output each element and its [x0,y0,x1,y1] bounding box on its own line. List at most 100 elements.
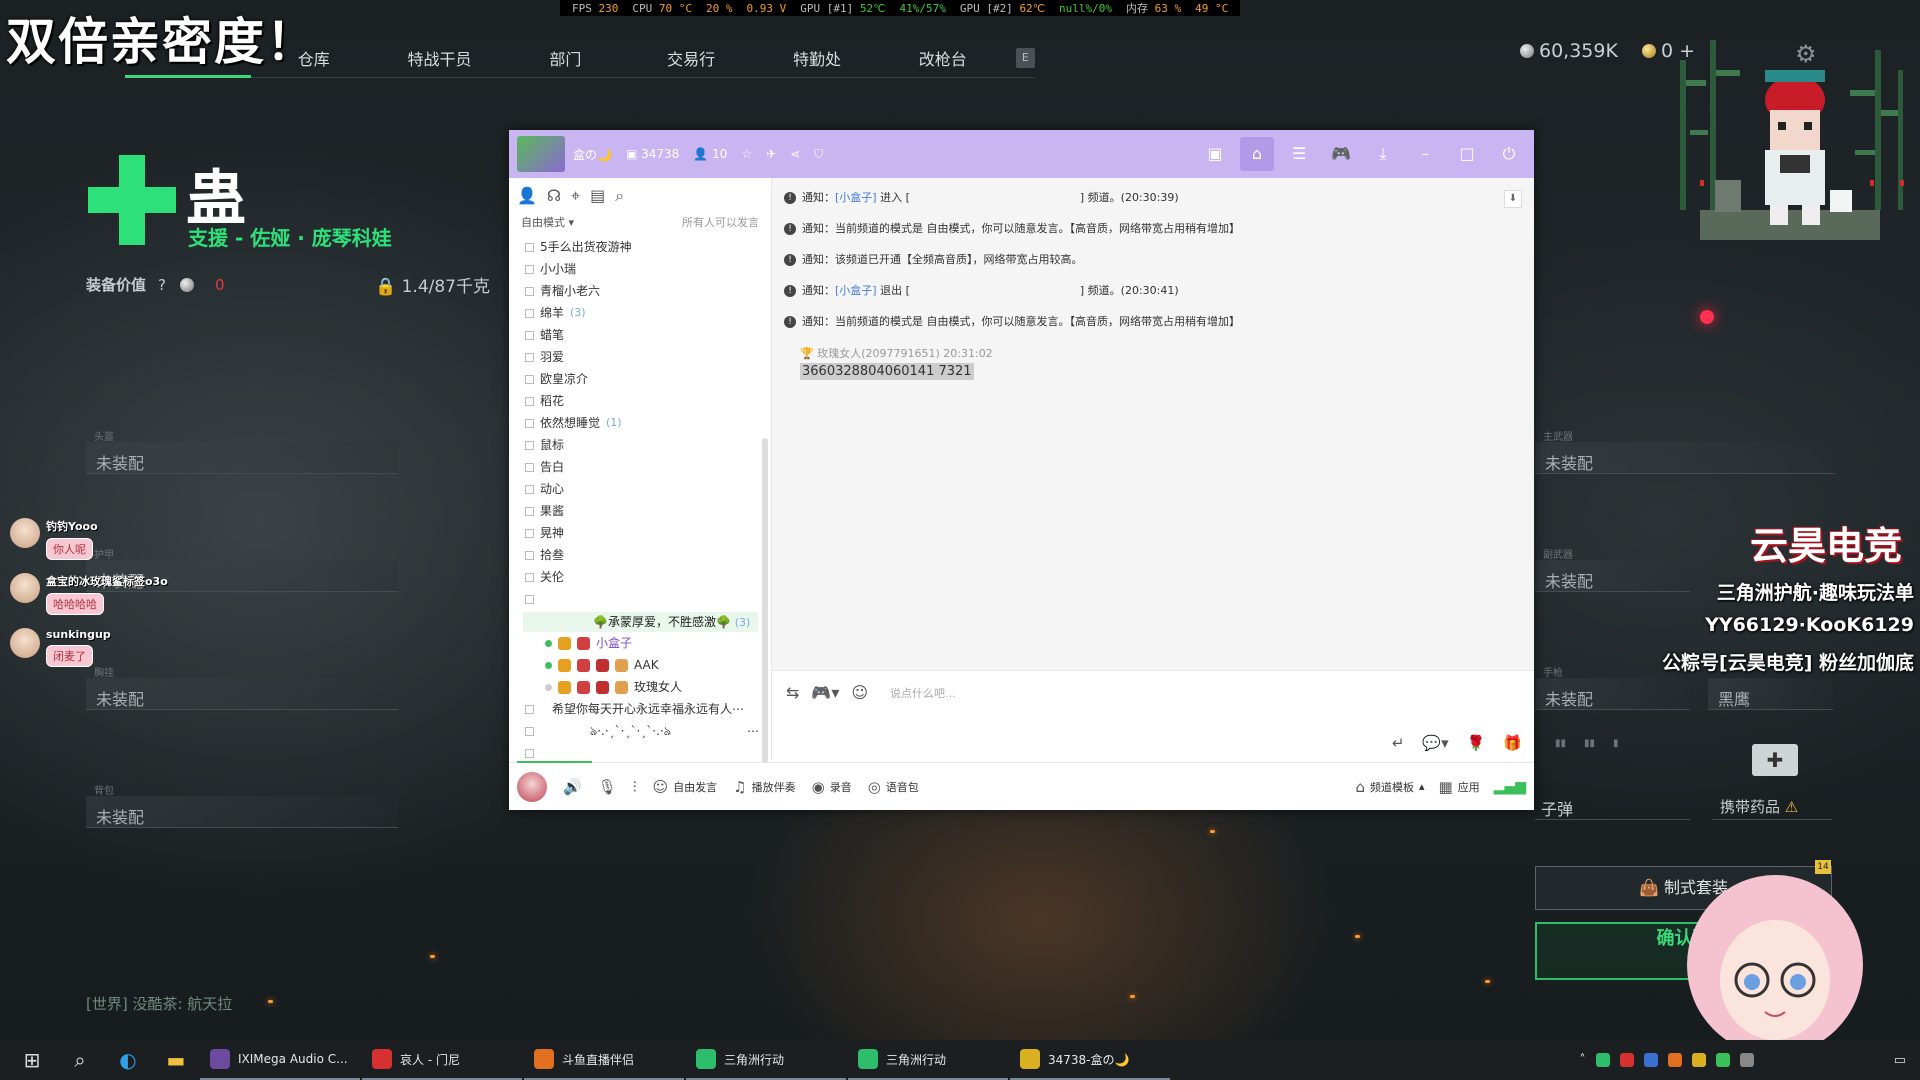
nav-tab[interactable]: 改枪台 [880,46,1006,70]
tray-steam-icon[interactable] [1643,1053,1658,1067]
pin-icon[interactable]: ✈ [766,147,776,161]
voice-pack-button[interactable]: ◎ 语音包 [868,778,919,796]
member-item[interactable]: 小盒子 [509,632,771,654]
active-channel[interactable]: 🌳承蒙厚爱，不胜感激🌳 (3) [523,612,758,632]
channel-item[interactable]: 稻花 [525,390,771,412]
equipment-slot[interactable]: 胸挂 未装配 [86,668,398,710]
mic-icon[interactable]: 🎙 [598,778,617,796]
channel-item[interactable]: 拾叁 [525,544,771,566]
channel-item[interactable]: 动心 [525,478,771,500]
weapon-slot[interactable]: 副武器 未装配 [1535,550,1690,592]
taskbar-app[interactable]: 斗鱼直播伴侣 [524,1040,684,1080]
notice-user[interactable]: [小盒子] [835,284,877,297]
chat-bubble-icon[interactable]: 💬▾ [1422,734,1448,752]
equipment-slot[interactable]: 头盔 未装配 [86,432,398,474]
share-icon[interactable]: ⋖ [790,147,800,161]
record-button[interactable]: ◉ 录音 [812,778,852,796]
channel-item[interactable]: 依然想睡觉 (1) [525,412,771,434]
channel-item[interactable]: 晃神 [525,522,771,544]
scroll-down-icon[interactable]: ⬇ [1504,190,1522,208]
weapon-slot[interactable]: 手枪 未装配 [1535,668,1690,710]
channel-item[interactable]: 羽爱 [525,346,771,368]
chevron-up-icon[interactable]: ˄ [1579,1053,1586,1068]
sidebar-scrollbar[interactable] [762,438,768,768]
power-icon[interactable]: ⏻ [1492,137,1526,171]
tray-netease-icon[interactable] [1619,1053,1634,1067]
nav-tab[interactable]: 交易行 [628,46,754,70]
ammo-slot[interactable]: 子弹 [1535,792,1690,820]
location-icon[interactable]: ⌖ [571,186,580,206]
nav-tab[interactable]: 仓库 [251,46,377,70]
channel-item-after-1[interactable]: 希望你每天开心永远幸福永远有人⋯ [509,698,771,720]
help-icon[interactable]: ? [158,276,166,294]
member-item[interactable]: 玫瑰女人 [509,676,771,698]
file-explorer-icon[interactable]: ▬ [152,1048,200,1072]
nav-tab[interactable]: 部门 [502,46,628,70]
message-body[interactable]: 3660328804060141 7321 [800,363,974,380]
channel-item[interactable]: 绵羊 (3) [525,302,771,324]
channel-item[interactable]: 关伦 [525,566,771,588]
rose-icon[interactable]: 🌹 [1467,734,1486,752]
equipment-slot[interactable]: 背包 未装配 [86,786,398,828]
channel-item[interactable]: 鼠标 [525,434,771,456]
search-icon[interactable]: ⌕ [615,186,624,206]
tray-kook-icon[interactable] [1691,1053,1706,1067]
edge-browser-icon[interactable]: ◐ [104,1048,152,1072]
taskbar-app[interactable]: 三角洲行动 [686,1040,846,1080]
nav-tab[interactable] [125,38,251,78]
channel-item[interactable]: 欧皇凉介 [525,368,771,390]
channel-template-button[interactable]: ⌂ 频道模板 ▴ [1355,778,1424,796]
channel-item[interactable]: 告白 [525,456,771,478]
taskbar-app[interactable]: IXIMega Audio C... [200,1040,360,1080]
member-item[interactable]: AAK [509,654,771,676]
nav-shortcut-key[interactable]: E [1015,47,1036,68]
gift-icon[interactable]: 🎁 [1503,734,1522,752]
user-icon[interactable]: 👤 [517,186,537,206]
taskbar-app[interactable]: 34738-盒の🌙 [1010,1040,1170,1080]
server-avatar[interactable] [517,136,565,172]
notice-user[interactable]: [小盒子] [835,191,877,204]
weapon-slot[interactable]: 主武器 未装配 [1535,432,1835,474]
message-input[interactable]: 说点什么吧... [890,685,956,701]
play-music-button[interactable]: ♫ 播放伴奏 [733,778,795,796]
headset-icon[interactable]: ☊ [547,186,561,206]
tray-misc-icon[interactable] [1739,1053,1754,1067]
emoji-search-icon[interactable]: ☺ [851,683,868,702]
favorite-icon[interactable]: ☆ [741,147,752,161]
channel-item[interactable]: 小小瑞 [525,258,771,280]
download-icon[interactable]: ⤓ [1366,137,1400,171]
search-icon[interactable]: ⌕ [56,1048,104,1072]
maximize-icon[interactable]: □ [1450,137,1484,171]
channel-item[interactable]: 5手么出货夜游神 [525,236,771,258]
free-speak-button[interactable]: ☺ 自由发言 [653,778,718,796]
windows-start-icon[interactable]: ⊞ [8,1048,56,1072]
equalizer-icon[interactable]: ⫶ [633,778,637,796]
notification-icon[interactable]: ▭ [1894,1053,1906,1068]
return-icon[interactable]: ↵ [1392,734,1405,752]
nav-tab[interactable]: 特战干员 [377,46,503,70]
gamepad-icon[interactable]: 🎮 [1324,137,1358,171]
shield-icon[interactable]: ⛉ [814,147,823,162]
nav-tab[interactable]: 特勤处 [754,46,880,70]
apps-button[interactable]: ▦ 应用 [1439,778,1480,796]
channel-item[interactable]: 蜡笔 [525,324,771,346]
minimize-icon[interactable]: – [1408,137,1442,171]
taskbar-app[interactable]: 三角洲行动 [848,1040,1008,1080]
my-avatar[interactable] [517,771,547,802]
notes-icon[interactable]: ▤ [590,186,605,206]
tray-douyu-icon[interactable] [1667,1053,1682,1067]
weapon-slot[interactable]: 黑鹰 [1708,678,1833,710]
transfer-icon[interactable]: ⇆ [786,683,799,702]
meds-slot[interactable]: 携带药品 ⚠ [1712,792,1832,820]
board-icon[interactable]: ☰ [1282,137,1316,171]
more-icon[interactable]: ⋯ [747,720,759,742]
home-icon[interactable]: ⌂ [1240,137,1274,171]
speaker-icon[interactable]: 🔊 [563,778,582,796]
gamepad-dropdown-icon[interactable]: 🎮▾ [811,683,839,702]
channel-item[interactable]: 果酱 [525,500,771,522]
channel-item[interactable]: 青榴小老六 [525,280,771,302]
tray-delta-icon[interactable] [1595,1053,1610,1067]
mode-dropdown[interactable]: 自由模式 ▾ [521,214,574,230]
channel-item-after-2[interactable]: ঌ·.·ˏˋ·ˏˋ·ˏˋ·.·ঌ ⋯ [509,720,771,742]
tray-wechat-icon[interactable] [1715,1053,1730,1067]
